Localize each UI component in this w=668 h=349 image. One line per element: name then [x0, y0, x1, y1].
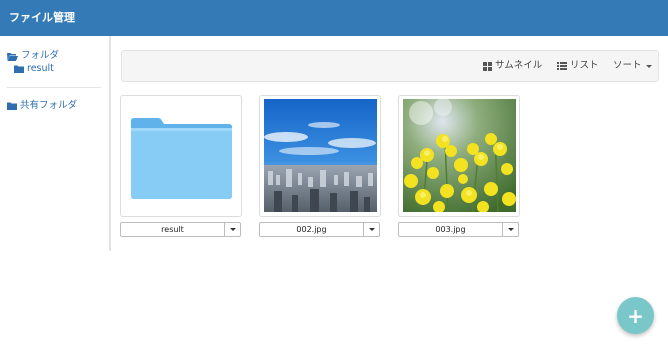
file-card[interactable]	[398, 95, 520, 217]
file-name: 002.jpg	[296, 225, 327, 234]
caret-down-icon	[229, 228, 236, 231]
list-view-button[interactable]: リスト	[557, 60, 599, 72]
image-thumbnail-flowers	[403, 99, 516, 212]
file-card[interactable]	[120, 95, 242, 217]
caret-down-icon	[368, 228, 375, 231]
sidebar-item-result[interactable]: result	[14, 63, 54, 75]
list-icon	[557, 62, 567, 70]
file-name: 003.jpg	[435, 225, 466, 234]
sidebar-item-folder[interactable]: フォルダ	[7, 50, 59, 62]
file-name: result	[161, 225, 184, 234]
sidebar-divider	[7, 87, 101, 88]
grid-icon	[483, 61, 492, 71]
view-toolbar: サムネイル リスト ソート	[121, 50, 659, 82]
sort-label: ソート	[613, 60, 642, 71]
folder-thumbnail	[125, 99, 238, 212]
sort-dropdown[interactable]: ソート	[613, 60, 652, 72]
add-button[interactable]: +	[617, 297, 654, 334]
file-name-select[interactable]: 003.jpg	[398, 222, 519, 237]
app-title: ファイル管理	[9, 11, 75, 24]
app-header: ファイル管理	[0, 0, 668, 36]
plus-icon: +	[627, 303, 644, 328]
sidebar-item-label: result	[27, 63, 54, 74]
folder-icon	[7, 102, 17, 110]
sidebar-item-label: フォルダ	[21, 50, 60, 61]
folder-icon	[131, 118, 232, 199]
file-name-select[interactable]: result	[120, 222, 241, 237]
file-menu-button[interactable]	[224, 223, 240, 236]
caret-down-icon	[645, 64, 652, 68]
caret-down-icon	[507, 228, 514, 231]
sidebar-item-label: 共有フォルダ	[20, 100, 78, 111]
file-menu-button[interactable]	[502, 223, 518, 236]
file-card[interactable]	[259, 95, 381, 217]
image-thumbnail-cityscape	[264, 99, 377, 212]
folder-icon	[14, 65, 24, 73]
sidebar: フォルダ result 共有フォルダ	[0, 36, 111, 251]
list-view-label: リスト	[570, 60, 599, 71]
file-name-select[interactable]: 002.jpg	[259, 222, 380, 237]
file-menu-button[interactable]	[363, 223, 379, 236]
thumbnail-view-label: サムネイル	[495, 60, 543, 71]
thumbnail-view-button[interactable]: サムネイル	[483, 60, 542, 72]
cityscape-image	[264, 99, 377, 212]
flower-field-image	[403, 99, 516, 212]
folder-open-icon	[7, 52, 18, 61]
sidebar-item-shared-folder[interactable]: 共有フォルダ	[7, 100, 77, 112]
